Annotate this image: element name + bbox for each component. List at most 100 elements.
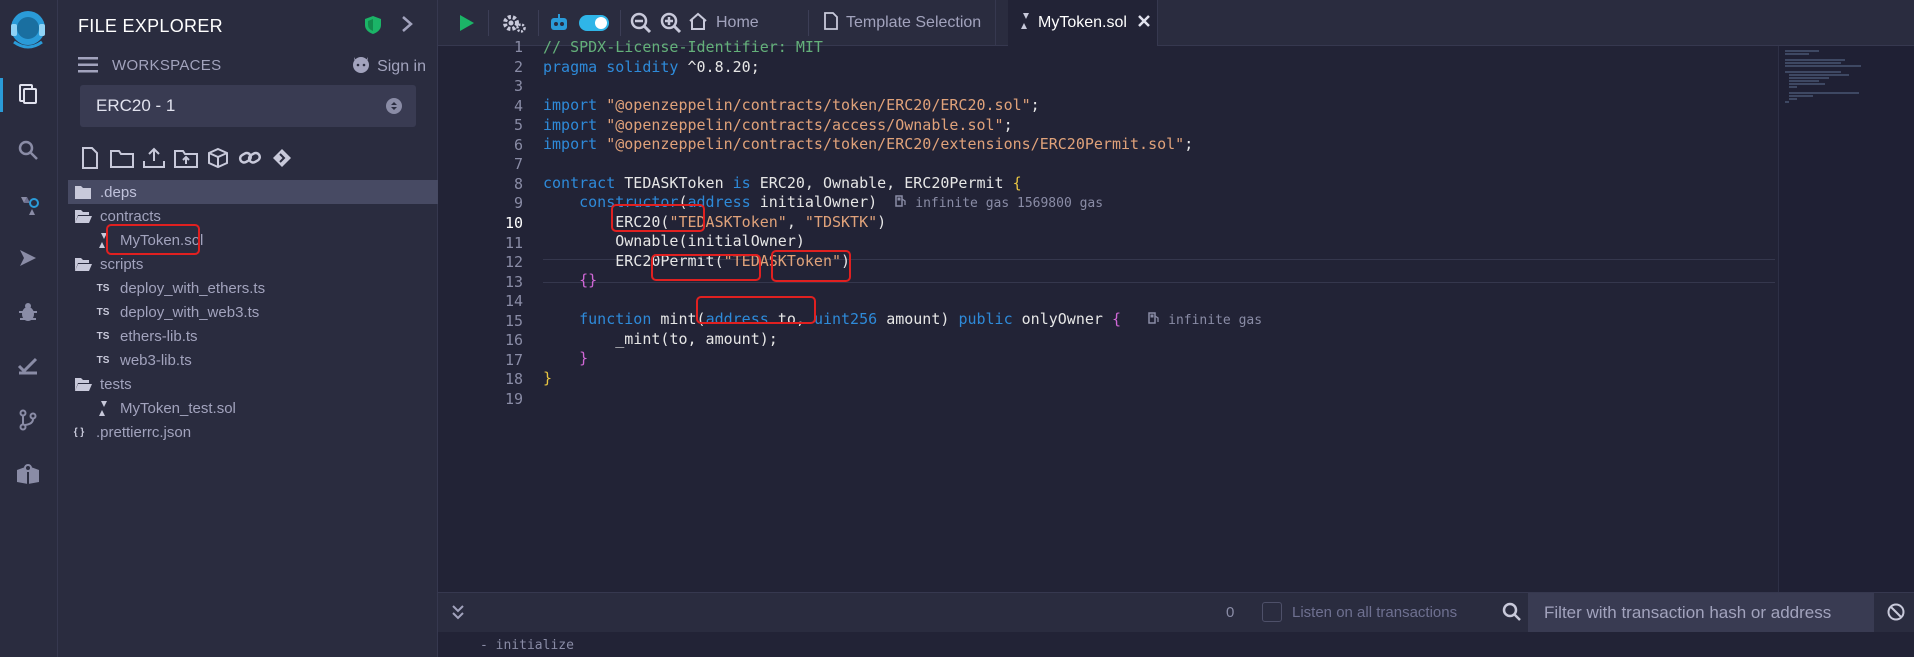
tree-item-label: deploy_with_web3.ts (120, 303, 260, 321)
panel-title: FILE EXPLORER (78, 16, 223, 36)
code-line-18: } (543, 369, 553, 387)
code-line-2: pragma solidity ^0.8.20; (543, 58, 760, 76)
solidity-compiler-icon[interactable] (14, 192, 42, 220)
file-icon (824, 11, 838, 35)
tree-item[interactable]: TS deploy_with_ethers.ts (68, 276, 438, 300)
minimap-line (1789, 80, 1819, 82)
close-tab-icon[interactable] (1137, 14, 1151, 33)
search-icon[interactable] (14, 136, 42, 164)
link-icon[interactable] (238, 146, 262, 170)
workspaces-row: WORKSPACES Sign in (78, 54, 428, 78)
toolbar-divider (488, 10, 489, 36)
toolbar-divider (620, 10, 621, 36)
run-icon[interactable] (458, 11, 476, 35)
line-number: 16 (504, 331, 523, 350)
remix-logo-icon[interactable] (6, 8, 50, 52)
line-number: 10 (504, 213, 523, 232)
deploy-run-icon[interactable] (14, 244, 42, 272)
typescript-file-icon: TS (96, 354, 110, 366)
minimap-line (1785, 59, 1845, 61)
upload-folder-icon[interactable] (174, 146, 198, 170)
chevron-right-icon[interactable] (400, 14, 414, 39)
ai-toggle-switch[interactable] (578, 11, 610, 35)
cube-icon[interactable] (206, 146, 230, 170)
tree-item[interactable]: MyToken.sol (68, 224, 438, 255)
select-arrows-icon (386, 98, 402, 114)
zoom-out-icon[interactable] (630, 11, 652, 35)
minimap-line (1789, 92, 1859, 94)
tree-item[interactable]: TS web3-lib.ts (68, 348, 438, 372)
line-number: 2 (513, 57, 523, 76)
line-number: 14 (504, 292, 523, 311)
minimap-line (1785, 71, 1841, 73)
workspace-select[interactable]: ERC20 - 1 (80, 85, 416, 127)
hamburger-menu-icon[interactable] (78, 56, 98, 79)
minimap-line (1785, 65, 1861, 67)
line-number: 12 (504, 253, 523, 272)
highlight-box-contract-name (611, 204, 705, 232)
line-number: 18 (504, 370, 523, 389)
git-icon[interactable] (14, 406, 42, 434)
minimap-line (1789, 98, 1797, 100)
tab-template-selection-label: Template Selection (846, 14, 982, 31)
terminal-output: - initialize (438, 632, 1914, 657)
folder-icon (74, 185, 92, 200)
folder-open-icon (74, 257, 92, 272)
search-icon[interactable] (1502, 601, 1522, 628)
line-number: 9 (513, 194, 523, 213)
line-number: 15 (504, 311, 523, 330)
active-indicator (0, 78, 3, 112)
workspace-selected-value: ERC20 - 1 (96, 96, 176, 115)
tree-item[interactable]: TS deploy_with_web3.ts (68, 300, 438, 324)
transaction-filter (1528, 593, 1874, 633)
highlight-box-permit-name (696, 296, 816, 324)
toolbar-divider (808, 10, 809, 36)
tree-item[interactable]: TS ethers-lib.ts (68, 324, 438, 348)
code-editor[interactable]: 1 2 3 4 5 6 7 8 9 10 11 12 13 14 15 16 17 18 19 // SPDX-Li… (438, 38, 1914, 592)
tab-template-selection[interactable]: Template Selection (816, 0, 996, 46)
tree-item[interactable]: MyToken_test.sol (68, 396, 438, 420)
tree-item-label: ethers-lib.ts (120, 327, 198, 345)
line-number: 5 (513, 116, 523, 135)
tree-item-label: web3-lib.ts (120, 351, 192, 369)
highlight-box-token-name (651, 254, 761, 281)
terminal-toolbar: 0 Listen on all transactions (438, 592, 1914, 633)
new-folder-icon[interactable] (110, 146, 134, 170)
tab-mytoken-sol[interactable]: MyToken.sol (1008, 0, 1158, 46)
tree-item[interactable]: { } .prettierrc.json (68, 420, 438, 444)
sign-in-button[interactable]: Sign in (351, 54, 426, 79)
tree-item[interactable]: tests (68, 372, 438, 396)
listen-all-checkbox[interactable] (1262, 602, 1282, 622)
ai-robot-icon[interactable] (548, 11, 570, 35)
folder-open-icon (74, 377, 92, 392)
minimap-line (1789, 95, 1813, 97)
listen-all-label: Listen on all transactions (1292, 604, 1458, 621)
line-number: 8 (513, 174, 523, 193)
new-file-icon[interactable] (78, 146, 102, 170)
tree-item-label: tests (100, 375, 132, 393)
line-number: 3 (513, 77, 523, 96)
tree-item[interactable]: .deps (68, 180, 438, 204)
file-explorer-panel: FILE EXPLORER WORKSPACES Sign in ERC20 -… (58, 0, 438, 657)
code-area[interactable]: // SPDX-License-Identifier: MIT pragma s… (543, 38, 1775, 592)
chevron-double-down-icon[interactable] (450, 603, 466, 626)
tree-item-label: scripts (100, 255, 144, 273)
clear-console-icon[interactable] (1886, 602, 1906, 627)
gas-pump-icon (895, 193, 906, 211)
testing-icon[interactable] (14, 352, 42, 380)
debugger-icon[interactable] (14, 298, 42, 326)
line-number: 6 (513, 135, 523, 154)
minimap-line (1789, 74, 1849, 76)
settings-gear-icon[interactable] (500, 11, 528, 35)
git-branch-icon[interactable] (270, 146, 294, 170)
zoom-in-icon[interactable] (660, 11, 682, 35)
upload-file-icon[interactable] (142, 146, 166, 170)
solidity-icon (1020, 12, 1030, 34)
shield-icon[interactable] (364, 15, 382, 40)
minimap-line (1785, 50, 1819, 52)
minimap[interactable] (1778, 46, 1914, 592)
transaction-filter-input[interactable] (1528, 593, 1874, 633)
learneth-icon[interactable] (14, 460, 42, 488)
tree-item[interactable]: scripts (68, 252, 438, 276)
file-explorer-icon[interactable] (14, 80, 42, 108)
